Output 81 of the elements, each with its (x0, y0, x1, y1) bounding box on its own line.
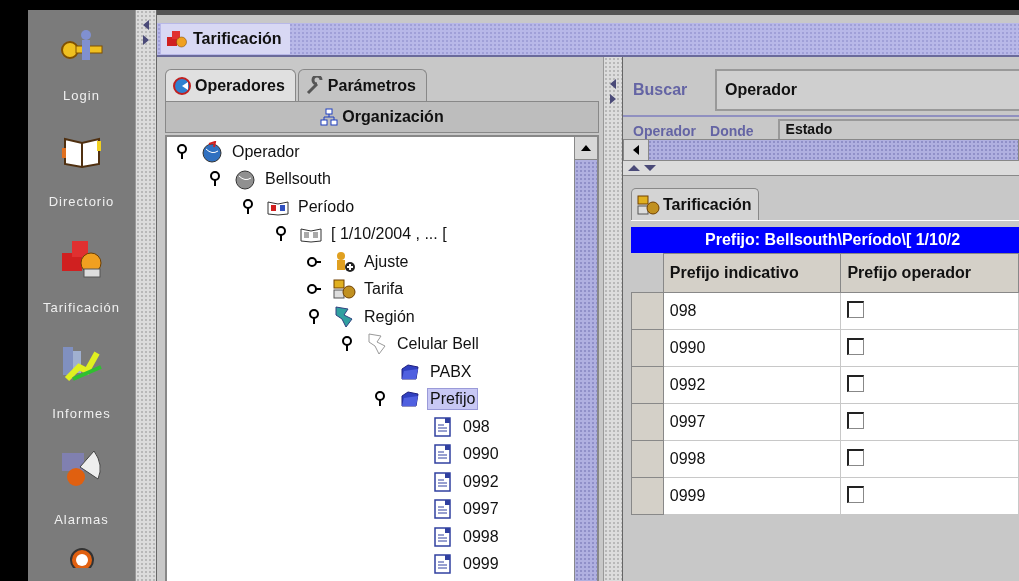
scroll-left-button[interactable] (624, 140, 649, 160)
table-cell: 0998 (663, 440, 841, 478)
window-title: Tarificación (193, 30, 282, 48)
globe-icon (200, 140, 224, 163)
globe-icon (233, 168, 257, 191)
column-header[interactable]: Prefijo operador (840, 253, 1019, 293)
tree-item[interactable]: Ajuste (361, 250, 412, 273)
hierarchy-icon (320, 108, 339, 126)
expanded-handle-icon[interactable] (274, 226, 288, 243)
filter-label: Donde (710, 123, 754, 139)
tree-item[interactable]: Bellsouth (262, 168, 334, 191)
expanded-handle-icon[interactable] (307, 308, 321, 325)
tree-item[interactable]: 0998 (460, 525, 502, 548)
checkbox[interactable] (847, 448, 865, 466)
tree-item[interactable]: 0997 (460, 498, 502, 521)
view-header[interactable]: Organización (165, 101, 599, 133)
blocks-icon (165, 28, 189, 50)
splitter[interactable] (603, 57, 623, 581)
calendar-book-icon (299, 225, 323, 244)
expanded-handle-icon[interactable] (373, 391, 387, 408)
folder-icon (400, 362, 420, 381)
sidebar-item[interactable]: Informes (52, 406, 111, 421)
splitter-arrows-icon[interactable] (142, 18, 150, 48)
sidebar-item[interactable]: Alarmas (54, 512, 109, 527)
document-icon (433, 470, 453, 493)
tree-item[interactable]: 098 (460, 415, 493, 438)
left-arrow-icon (633, 145, 639, 155)
view-header-label: Organización (342, 108, 444, 126)
coins-icon (332, 278, 356, 301)
coins-icon (636, 193, 660, 216)
tab[interactable]: Tarificación (631, 188, 759, 220)
tree-item[interactable]: Período (295, 195, 358, 218)
up-arrow-icon (581, 145, 591, 151)
tree-item[interactable]: Prefijo (427, 388, 479, 411)
tree-item[interactable]: [ 1/10/2004 , ... [ (328, 223, 450, 246)
tree-item[interactable]: Región (361, 305, 418, 328)
checkbox[interactable] (847, 485, 865, 503)
document-icon (433, 553, 453, 576)
tree-item[interactable]: 0999 (460, 553, 502, 576)
table-cell: 0990 (663, 329, 841, 367)
window-title-tab[interactable]: Tarificación (161, 24, 290, 54)
filter-label: Operador (633, 123, 696, 139)
scrollbar[interactable] (574, 137, 597, 581)
expanded-handle-icon[interactable] (208, 171, 222, 188)
pie-icon (172, 75, 192, 96)
search-label: Buscar (633, 81, 689, 99)
document-icon (433, 415, 453, 438)
tree-item[interactable]: Tarifa (361, 278, 407, 301)
table-cell: 0997 (663, 403, 841, 441)
scrollbar[interactable] (623, 139, 1019, 161)
sidebar-item[interactable]: Tarificación (43, 300, 120, 315)
checkbox[interactable] (847, 411, 865, 429)
expanded-handle-icon[interactable] (340, 336, 354, 353)
document-icon (433, 498, 453, 521)
expanded-handle-icon[interactable] (241, 198, 255, 215)
table-cell: 0992 (663, 366, 841, 404)
table-cell: 098 (663, 292, 841, 330)
splitter-arrows-icon[interactable] (609, 77, 617, 107)
checkbox[interactable] (847, 374, 865, 392)
tab[interactable]: Operadores (165, 69, 296, 101)
tree-item[interactable]: Operador (229, 140, 303, 163)
tree-item[interactable]: 0992 (460, 470, 502, 493)
document-icon (433, 525, 453, 548)
splitter[interactable] (135, 10, 157, 581)
tab[interactable]: Parámetros (297, 69, 427, 101)
checkbox[interactable] (847, 337, 865, 355)
tree-item[interactable]: PABX (427, 360, 475, 383)
column-header[interactable]: Prefijo indicativo (663, 253, 841, 293)
search-field[interactable]: Operador (715, 69, 1019, 111)
sidebar-item[interactable]: Directorio (48, 194, 115, 209)
checkbox[interactable] (847, 300, 865, 318)
table-cell: 0999 (663, 477, 841, 515)
table-caption: Prefijo: Bellsouth\Período\[ 1/10/2 (631, 227, 1019, 253)
splitter-arrows-icon[interactable] (627, 164, 659, 172)
tree-item[interactable]: 0990 (460, 443, 502, 466)
sidebar-item[interactable]: Login (63, 88, 100, 103)
folder-icon (400, 390, 420, 409)
expanded-handle-icon[interactable] (175, 143, 189, 160)
document-icon (433, 443, 453, 466)
tree-item[interactable]: Celular Bell (394, 333, 482, 356)
scroll-up-button[interactable] (575, 137, 597, 160)
